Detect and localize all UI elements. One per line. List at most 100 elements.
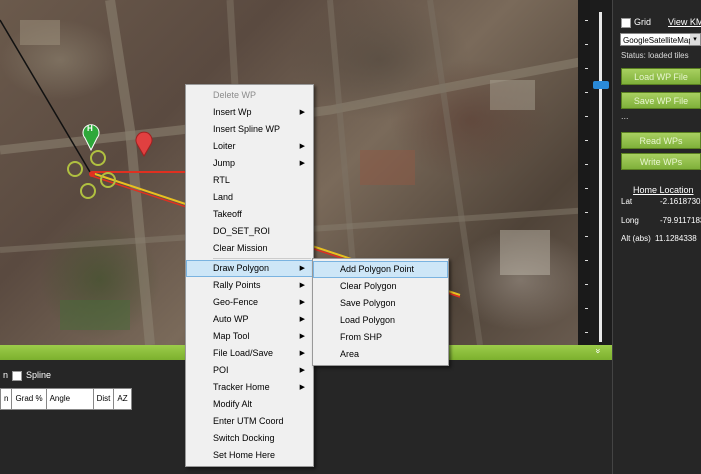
spline-checkbox[interactable] [12, 370, 23, 381]
menu-item-label: Set Home Here [213, 450, 276, 460]
alt-value[interactable]: 11.1284338 [655, 234, 697, 243]
menu-item-label: Save Polygon [340, 298, 396, 308]
menu-item-label: Modify Alt [213, 399, 253, 409]
menu-item-file-load-save[interactable]: File Load/Save ▶ [186, 345, 313, 362]
menu-item-set-home-here[interactable]: Set Home Here [186, 447, 313, 464]
submenu-arrow-icon: ▶ [299, 367, 305, 374]
menu-item-add-polygon-point[interactable]: Add Polygon Point [313, 261, 448, 278]
submenu-arrow-icon: ▶ [299, 160, 305, 167]
menu-item-tracker-home[interactable]: Tracker Home ▶ [186, 379, 313, 396]
alt-label: Alt (abs) [621, 234, 651, 243]
submenu-arrow-icon: ▶ [299, 109, 305, 116]
long-value[interactable]: -79.9117183 [660, 216, 701, 225]
column-header[interactable]: Angle [45, 388, 94, 410]
menu-item-map-tool[interactable]: Map Tool ▶ [186, 328, 313, 345]
menu-item-label: Auto WP [213, 314, 249, 324]
menu-item-insert-wp[interactable]: Insert Wp ▶ [186, 104, 313, 121]
menu-item-draw-polygon[interactable]: Draw Polygon ▶ [186, 260, 313, 277]
zoom-thumb[interactable] [593, 81, 609, 89]
submenu-arrow-icon: ▶ [299, 316, 305, 323]
menu-item-modify-alt[interactable]: Modify Alt [186, 396, 313, 413]
menu-item-label: Clear Mission [213, 243, 268, 253]
grid-toggle[interactable]: Grid [621, 17, 651, 28]
menu-item-label: Insert Wp [213, 107, 252, 117]
menu-item-enter-utm-coord[interactable]: Enter UTM Coord [186, 413, 313, 430]
menu-item-insert-spline-wp[interactable]: Insert Spline WP [186, 121, 313, 138]
submenu-arrow-icon: ▶ [299, 282, 305, 289]
menu-item-load-polygon[interactable]: Load Polygon [313, 312, 448, 329]
menu-item-label: DO_SET_ROI [213, 226, 271, 236]
spline-prefix: n [3, 370, 9, 380]
dropdown-arrow-icon[interactable]: ▾ [690, 34, 700, 45]
submenu-arrow-icon: ▶ [299, 333, 305, 340]
menu-item-save-polygon[interactable]: Save Polygon [313, 295, 448, 312]
column-header[interactable]: Dist [92, 388, 115, 410]
submenu-arrow-icon: ▶ [299, 384, 305, 391]
save-wp-file-button[interactable]: Save WP File [621, 92, 701, 109]
menu-item-label: Jump [213, 158, 236, 168]
menu-item-label: Load Polygon [340, 315, 396, 325]
menu-item-label: Map Tool [213, 331, 250, 341]
view-kml-link[interactable]: View KML [668, 17, 701, 27]
menu-item-label: Tracker Home [213, 382, 270, 392]
menu-item-label: File Load/Save [213, 348, 274, 358]
submenu-arrow-icon: ▶ [299, 265, 305, 272]
map-type-value: GoogleSatelliteMap [623, 36, 693, 45]
spline-label: Spline [26, 370, 52, 380]
lat-row: Lat -2.16187302 [621, 197, 701, 206]
long-label: Long [621, 216, 639, 225]
waypoint-table-header: n Grad % Angle Dist AZ [0, 388, 132, 410]
menu-item-rally-points[interactable]: Rally Points ▶ [186, 277, 313, 294]
menu-item-loiter[interactable]: Loiter ▶ [186, 138, 313, 155]
menu-item-geo-fence[interactable]: Geo-Fence ▶ [186, 294, 313, 311]
column-header[interactable]: Grad % [11, 388, 47, 410]
map-scale-ruler [578, 0, 590, 345]
submenu-arrow-icon: ▶ [299, 143, 305, 150]
waypoint-pin [135, 131, 153, 157]
menu-item-label: Delete WP [213, 90, 257, 100]
menu-item-label: Area [340, 349, 360, 359]
read-wps-button[interactable]: Read WPs [621, 132, 701, 149]
menu-item-label: Switch Docking [213, 433, 275, 443]
lat-label: Lat [621, 197, 633, 206]
zoom-track[interactable] [599, 12, 602, 342]
write-wps-button[interactable]: Write WPs [621, 153, 701, 170]
status-text: Status: loaded tiles [621, 51, 689, 60]
long-row: Long -79.9117183 [621, 216, 701, 225]
menu-item-clear-polygon[interactable]: Clear Polygon [313, 278, 448, 295]
zoom-slider[interactable] [590, 0, 612, 345]
menu-item-poi[interactable]: POI ▶ [186, 362, 313, 379]
load-wp-file-button[interactable]: Load WP File [621, 68, 701, 85]
menu-item-label: Add Polygon Point [340, 264, 415, 274]
map-type-select[interactable]: GoogleSatelliteMap ▾ [620, 33, 701, 46]
menu-item-do-set-roi[interactable]: DO_SET_ROI [186, 223, 313, 240]
grid-checkbox[interactable] [621, 17, 631, 28]
draw-polygon-submenu: Add Polygon Point Clear Polygon Save Pol… [312, 258, 449, 366]
menu-item-label: Insert Spline WP [213, 124, 281, 134]
menu-item-jump[interactable]: Jump ▶ [186, 155, 313, 172]
home-marker-label: H [87, 124, 93, 133]
menu-item-takeoff[interactable]: Takeoff [186, 206, 313, 223]
menu-item-label: Land [213, 192, 234, 202]
spline-toggle[interactable]: n Spline [3, 370, 51, 381]
lat-value[interactable]: -2.16187302 [660, 197, 701, 206]
menu-item-label: Loiter [213, 141, 236, 151]
menu-item-delete-wp[interactable]: Delete WP [186, 87, 313, 104]
menu-item-label: From SHP [340, 332, 383, 342]
menu-item-area[interactable]: Area [313, 346, 448, 363]
menu-item-clear-mission[interactable]: Clear Mission [186, 240, 313, 257]
more-text: ... [621, 111, 629, 121]
menu-item-auto-wp[interactable]: Auto WP ▶ [186, 311, 313, 328]
menu-item-label: Enter UTM Coord [213, 416, 284, 426]
collapse-chevron-icon[interactable]: » [594, 348, 604, 353]
home-location-link[interactable]: Home Location [633, 185, 694, 195]
map-context-menu: Delete WP Insert Wp ▶ Insert Spline WP Lo… [185, 84, 314, 467]
menu-item-switch-docking[interactable]: Switch Docking [186, 430, 313, 447]
submenu-arrow-icon: ▶ [299, 350, 305, 357]
grid-label: Grid [634, 17, 652, 27]
menu-item-from-shp[interactable]: From SHP [313, 329, 448, 346]
menu-item-land[interactable]: Land [186, 189, 313, 206]
column-header[interactable]: AZ [113, 388, 132, 410]
menu-item-rtl[interactable]: RTL [186, 172, 313, 189]
menu-item-label: Geo-Fence [213, 297, 259, 307]
